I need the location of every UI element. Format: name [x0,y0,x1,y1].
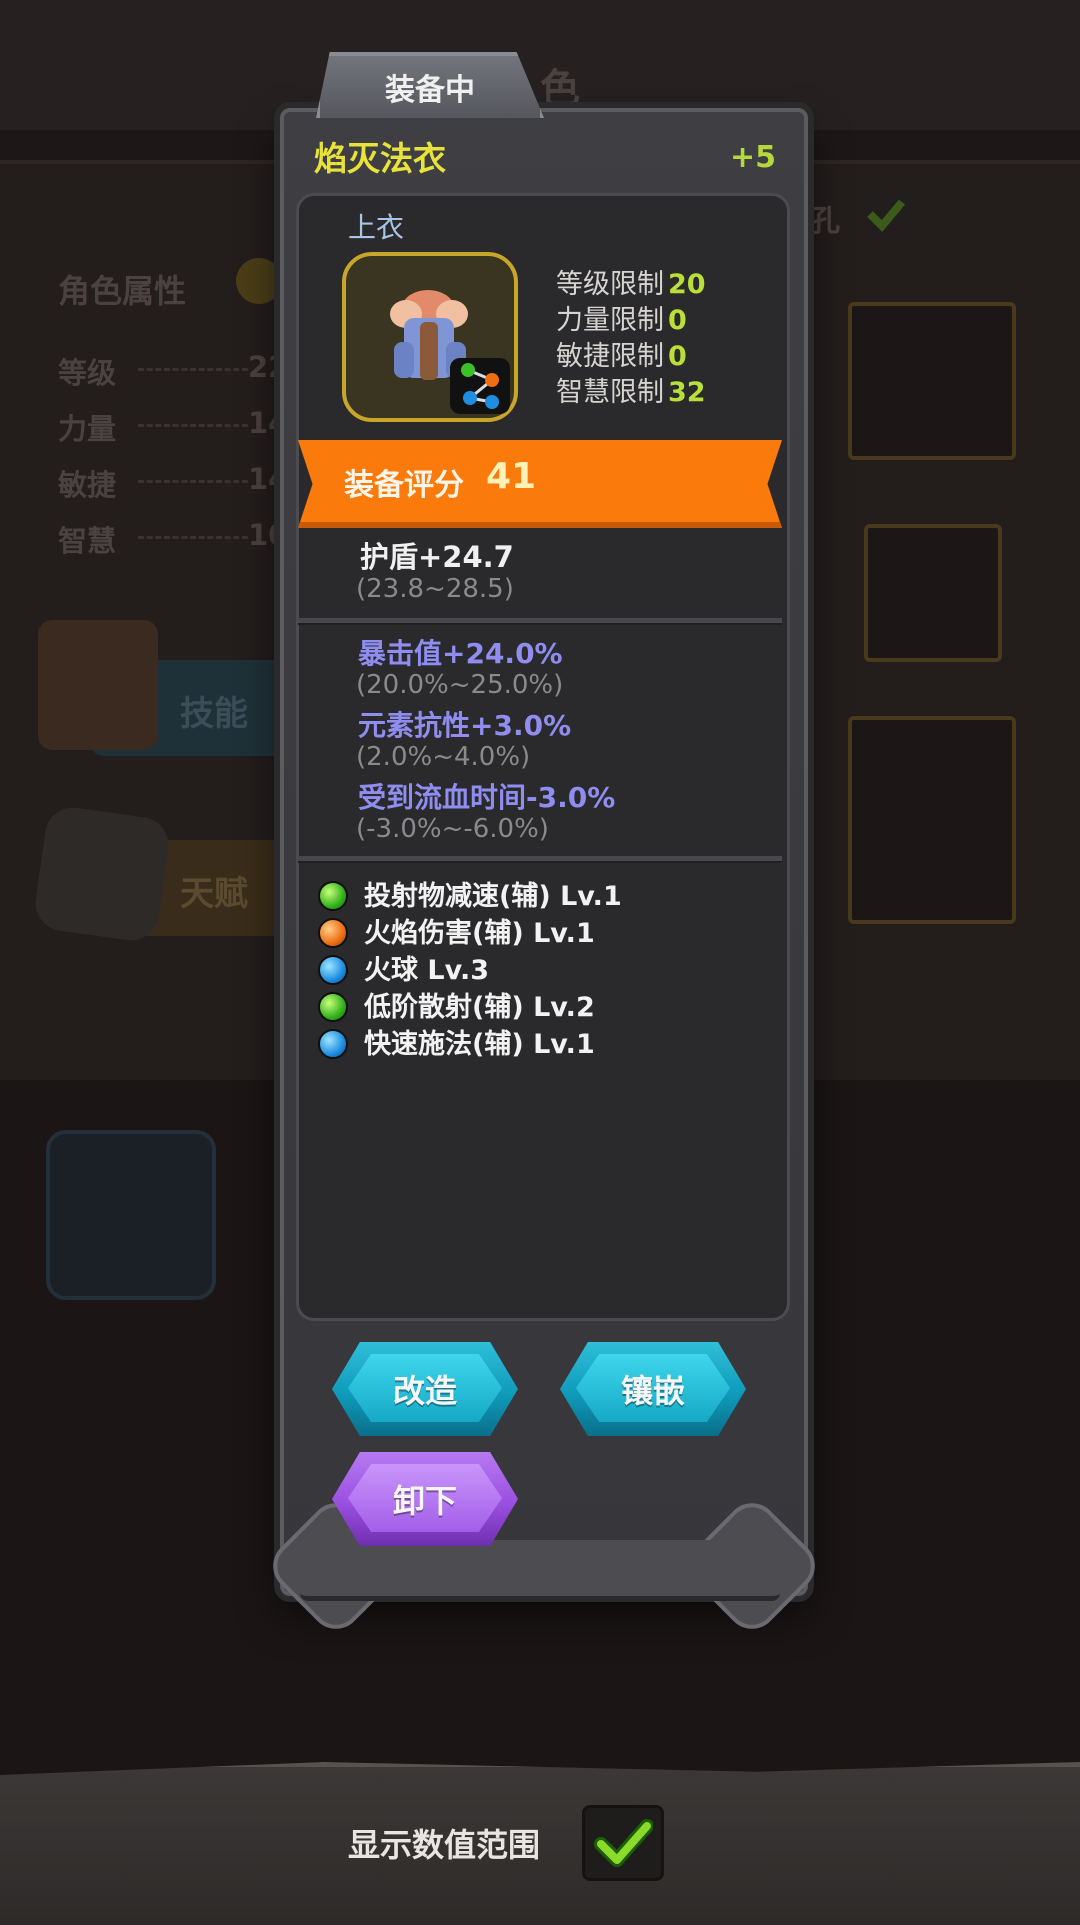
show-range-checkbox[interactable] [582,1805,664,1881]
blue-gem-icon [318,954,348,985]
tab-equipped[interactable]: 装备中 [316,52,544,118]
skill-book-icon [38,620,158,750]
background-staff-item [46,1130,216,1300]
orange-gem-icon [318,917,348,948]
socket-link-icon [450,358,510,414]
reforge-button[interactable]: 改造 [332,1342,518,1436]
gem-row[interactable]: 火焰伤害(辅) Lv.1 [318,911,595,950]
gem-row[interactable]: 快速施法(辅) Lv.1 [318,1022,595,1061]
section-divider [298,618,782,625]
background-belt-slot [848,302,1016,460]
base-stat: 护盾+24.7 [360,540,514,574]
dialog-footer-rim [300,1540,780,1601]
talent-rune-icon [31,803,173,945]
gem-row[interactable]: 火球 Lv.3 [318,948,489,987]
inlay-button[interactable]: 镶嵌 [560,1342,746,1436]
affix-stat-range: (-3.0%~-6.0%) [356,814,549,844]
item-slot-label: 上衣 [348,211,405,244]
background-title-fragment: 色 [540,66,580,112]
tab-equipped-label: 装备中 [385,73,475,108]
gem-row[interactable]: 低阶散射(辅) Lv.2 [318,985,595,1024]
background-weapon-slot [848,716,1016,924]
base-stat-range: (23.8~28.5) [356,574,514,604]
background-attributes-heading: 角色属性 [58,272,187,310]
info-icon [236,258,282,304]
affix-stat-range: (20.0%~25.0%) [356,670,564,700]
affix-stat-range: (2.0%~4.0%) [356,742,531,772]
background-checkbox [860,190,912,238]
gem-row[interactable]: 投射物减速(辅) Lv.1 [318,874,622,913]
equipment-score-value: 41 [486,456,537,497]
requirement-strength: 力量限制 0 [556,305,687,336]
show-range-label: 显示数值范围 [348,1826,541,1864]
requirement-wisdom: 智慧限制 32 [556,377,706,408]
background-socket-label: 孔 [810,204,840,239]
green-gem-icon [318,880,348,911]
requirement-level: 等级限制 20 [556,269,706,300]
affix-stat: 暴击值+24.0% [358,637,563,670]
section-divider [298,856,782,863]
green-gem-icon [318,991,348,1022]
background-amulet-slot [864,524,1002,662]
unequip-button[interactable]: 卸下 [332,1452,518,1546]
affix-stat: 元素抗性+3.0% [358,709,572,742]
item-name: 焰灭法衣 [314,139,446,178]
affix-stat: 受到流血时间-3.0% [358,781,616,814]
blue-gem-icon [318,1028,348,1059]
checkmark-icon [594,1819,653,1867]
item-enhance-level: +5 [730,140,777,175]
equipment-score-label: 装备评分 [344,468,464,503]
requirement-agility: 敏捷限制 0 [556,341,687,372]
